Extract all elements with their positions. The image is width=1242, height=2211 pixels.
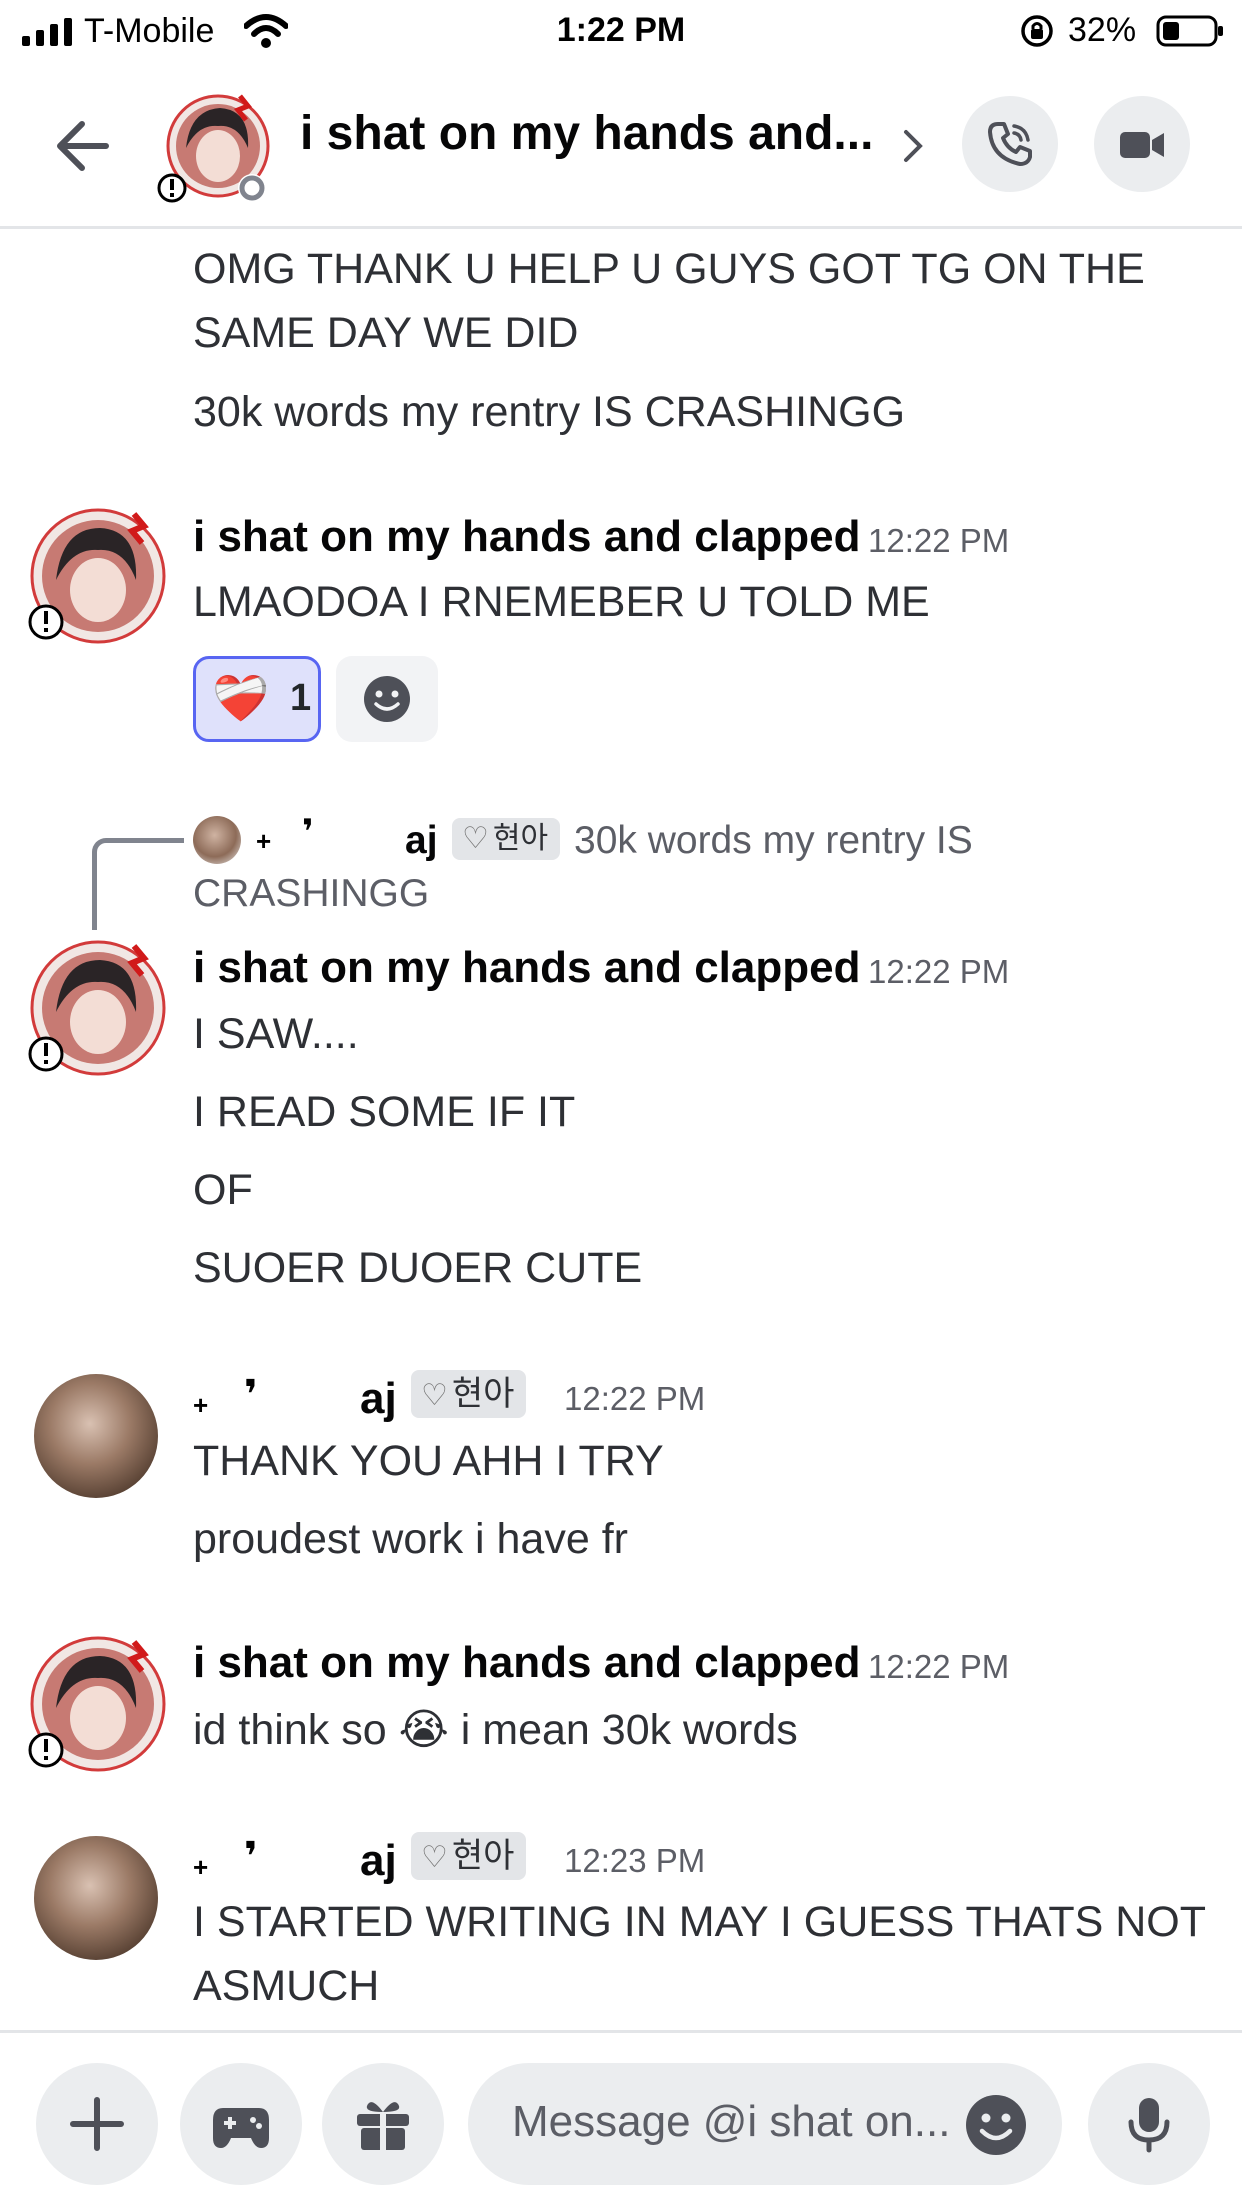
message-text: id think so 😭 i mean 30k words — [193, 1705, 798, 1755]
message-text-part: i mean 30k words — [460, 1706, 798, 1754]
message-composer: Message @i shat on... — [0, 2030, 1242, 2211]
message-author[interactable]: i shat on my hands and clapped — [193, 943, 860, 993]
message-text: proudest work i have fr — [193, 1515, 628, 1563]
message-text-part: id think so — [193, 1706, 387, 1754]
name-decoration: + — [193, 1852, 209, 1882]
mending-heart-emoji: ❤️‍🩹 — [212, 672, 270, 724]
user-avatar[interactable] — [26, 506, 166, 646]
chat-header: i shat on my hands and... — [0, 64, 1242, 229]
tag-label: 현아 — [451, 1837, 515, 1875]
message-text: OMG THANK U HELP U GUYS GOT TG ON THE — [193, 245, 1145, 293]
tag-label: 현아 — [451, 1375, 515, 1413]
message-author[interactable]: i shat on my hands and clapped — [193, 512, 860, 562]
message-text: I STARTED WRITING IN MAY I GUESS THATS N… — [193, 1898, 1206, 1946]
message-text: 30k words my rentry IS CRASHINGG — [193, 388, 906, 436]
message-text: I SAW.... — [193, 1010, 359, 1058]
name-decoration: + — [193, 1390, 209, 1420]
user-avatar[interactable] — [26, 938, 166, 1078]
status-time: 1:22 PM — [556, 11, 686, 49]
voice-message-button[interactable] — [1088, 2063, 1210, 2185]
phone-icon — [988, 122, 1032, 166]
name-decoration: + — [256, 826, 272, 856]
message-text: THANK YOU AHH I TRY — [193, 1437, 664, 1485]
reply-author[interactable]: aj — [405, 819, 438, 863]
message-timestamp: 12:22 PM — [868, 522, 1010, 559]
reply-connector — [92, 838, 184, 930]
orientation-lock-icon — [1021, 15, 1053, 47]
message-text: SUOER DUOER CUTE — [193, 1244, 643, 1292]
emoji-icon[interactable] — [964, 2093, 1028, 2157]
user-tag: ♡ 현아 — [452, 818, 561, 860]
gamepad-icon — [213, 2108, 269, 2148]
reaction-chip[interactable]: ❤️‍🩹 1 — [193, 656, 321, 742]
microphone-icon — [1128, 2098, 1170, 2153]
status-bar: T-Mobile 1:22 PM 32% — [0, 0, 1242, 64]
reply-preview-text[interactable]: CRASHINGG — [193, 872, 429, 916]
battery-icon — [1156, 15, 1223, 47]
voice-call-button[interactable] — [962, 96, 1058, 192]
user-avatar[interactable] — [34, 1374, 158, 1498]
reply-avatar — [193, 816, 241, 864]
message-timestamp: 12:22 PM — [868, 1648, 1010, 1685]
name-decoration: ❜ — [244, 1835, 258, 1879]
user-tag: ♡ 현아 — [411, 1832, 527, 1880]
message-placeholder: Message @i shat on... — [512, 2097, 951, 2146]
message-text: OF — [193, 1166, 253, 1214]
message-input[interactable]: Message @i shat on... — [468, 2063, 1062, 2185]
activities-button[interactable] — [180, 2063, 302, 2185]
attach-button[interactable] — [36, 2063, 158, 2185]
conversation-title[interactable]: i shat on my hands and... — [300, 106, 873, 161]
user-avatar[interactable] — [26, 1634, 166, 1774]
message-author[interactable]: aj — [360, 1836, 397, 1886]
message-timestamp: 12:22 PM — [564, 1380, 706, 1417]
message-timestamp: 12:22 PM — [868, 953, 1010, 990]
battery-percentage: 32% — [1068, 11, 1137, 49]
message-text: LMAODOA I RNEMEBER U TOLD ME — [193, 578, 930, 626]
header-avatar[interactable] — [156, 90, 274, 208]
message-text: I READ SOME IF IT — [193, 1088, 576, 1136]
heart-icon: ♡ — [421, 1379, 448, 1412]
name-decoration: ❜ — [244, 1373, 258, 1417]
message-author[interactable]: i shat on my hands and clapped — [193, 1638, 860, 1688]
gift-icon — [357, 2102, 409, 2150]
loudly-crying-emoji: 😭 — [398, 1706, 449, 1754]
tag-label: 현아 — [492, 822, 549, 855]
video-camera-icon — [1120, 132, 1164, 158]
plus-icon — [70, 2097, 124, 2151]
reply-preview-text[interactable]: 30k words my rentry IS — [574, 819, 973, 863]
message-author[interactable]: aj — [360, 1374, 397, 1424]
user-tag: ♡ 현아 — [411, 1370, 527, 1418]
message-timestamp: 12:23 PM — [564, 1842, 706, 1879]
emoji-icon — [364, 676, 410, 722]
message-text: ASMUCH — [193, 1962, 380, 2010]
chevron-right-icon[interactable] — [900, 122, 928, 170]
video-call-button[interactable] — [1094, 96, 1190, 192]
reaction-count: 1 — [290, 677, 312, 719]
name-decoration: ❜ — [302, 813, 314, 851]
heart-icon: ♡ — [462, 822, 489, 855]
add-reaction-button[interactable] — [336, 656, 438, 742]
message-text: SAME DAY WE DID — [193, 309, 579, 357]
back-arrow-icon[interactable] — [48, 110, 120, 182]
heart-icon: ♡ — [421, 1841, 448, 1874]
user-avatar[interactable] — [34, 1836, 158, 1960]
gift-button[interactable] — [322, 2063, 444, 2185]
